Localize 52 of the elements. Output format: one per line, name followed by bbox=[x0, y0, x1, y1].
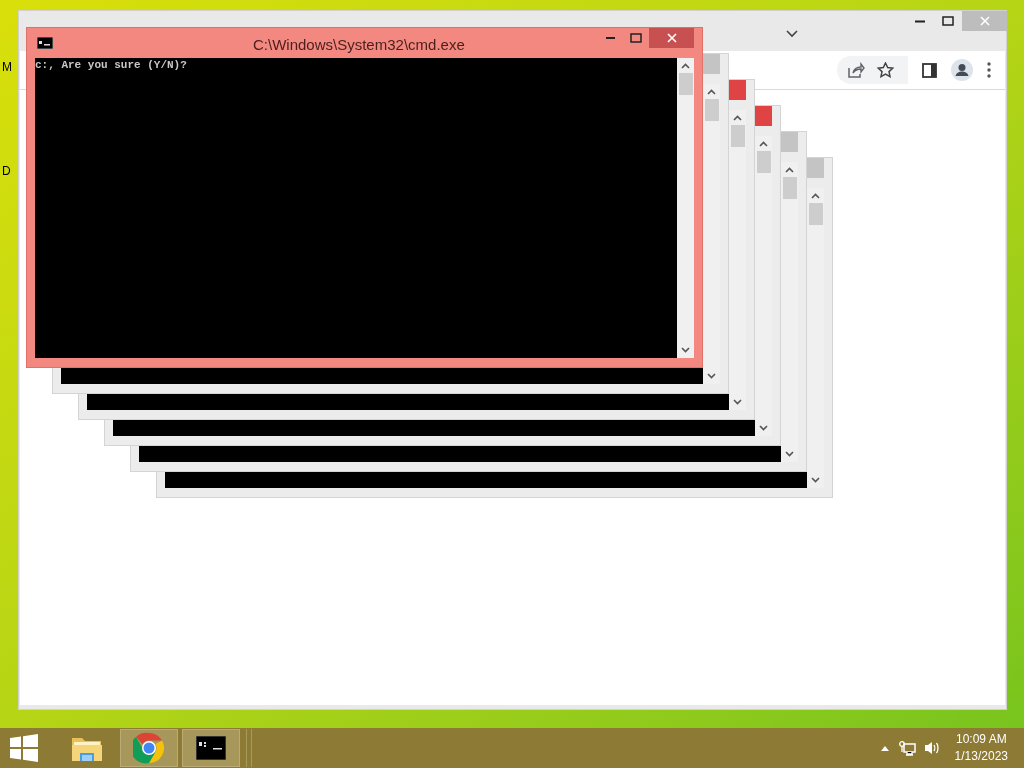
window-title: C:\Windows\System32\cmd.exe bbox=[253, 35, 465, 55]
scroll-up-icon[interactable] bbox=[681, 63, 690, 69]
desktop-icon-label[interactable]: M bbox=[2, 58, 12, 76]
show-hidden-icons-icon[interactable] bbox=[880, 745, 889, 751]
scrollbar[interactable] bbox=[781, 162, 798, 462]
scroll-down-icon[interactable] bbox=[681, 347, 690, 353]
scrollbar-thumb[interactable] bbox=[782, 177, 797, 199]
scroll-down-icon[interactable] bbox=[811, 477, 820, 483]
share-icon[interactable] bbox=[847, 62, 865, 78]
chrome-logo-icon bbox=[133, 732, 165, 764]
scroll-down-icon[interactable] bbox=[785, 451, 794, 457]
star-icon[interactable] bbox=[877, 62, 894, 78]
scrollbar-thumb[interactable] bbox=[756, 151, 771, 173]
minimize-icon bbox=[915, 19, 925, 23]
maximize-icon bbox=[942, 16, 954, 26]
scrollbar-thumb[interactable] bbox=[678, 73, 693, 95]
scrollbar-thumb[interactable] bbox=[730, 125, 745, 147]
menu-icon[interactable] bbox=[987, 62, 991, 78]
scrollbar-thumb[interactable] bbox=[704, 99, 719, 121]
scroll-up-icon[interactable] bbox=[785, 167, 794, 173]
scroll-up-icon[interactable] bbox=[707, 89, 716, 95]
volume-icon[interactable] bbox=[923, 741, 941, 755]
scrollbar[interactable] bbox=[755, 136, 772, 436]
close-icon bbox=[979, 16, 990, 26]
clock-date[interactable]: 1/13/2023 bbox=[954, 748, 1008, 765]
scroll-up-icon[interactable] bbox=[759, 141, 768, 147]
side-panel-icon[interactable] bbox=[922, 62, 937, 78]
maximize-icon bbox=[630, 33, 642, 43]
scroll-down-icon[interactable] bbox=[707, 373, 716, 379]
start-icon[interactable] bbox=[10, 734, 38, 762]
console-icon[interactable] bbox=[37, 37, 53, 49]
scrollbar-thumb[interactable] bbox=[808, 203, 823, 225]
scroll-up-icon[interactable] bbox=[733, 115, 742, 121]
close-icon bbox=[666, 33, 677, 43]
scrollbar[interactable] bbox=[807, 188, 824, 488]
chevron-down-icon[interactable] bbox=[786, 30, 798, 38]
scrollbar[interactable] bbox=[703, 84, 720, 384]
profile-icon[interactable] bbox=[951, 59, 973, 81]
console-line: c:, Are you sure (Y/N)? bbox=[35, 59, 188, 72]
console-area[interactable]: c:, Are you sure (Y/N)? bbox=[35, 58, 677, 358]
scroll-up-icon[interactable] bbox=[811, 193, 820, 199]
scrollbar[interactable] bbox=[677, 58, 694, 358]
scroll-down-icon[interactable] bbox=[733, 399, 742, 405]
network-icon[interactable] bbox=[898, 740, 916, 756]
scrollbar[interactable] bbox=[729, 110, 746, 410]
minimize-icon bbox=[605, 36, 615, 40]
scroll-down-icon[interactable] bbox=[759, 425, 768, 431]
console-icon bbox=[196, 736, 226, 760]
taskbar-button[interactable] bbox=[182, 729, 240, 767]
clock-time[interactable]: 10:09 AM bbox=[955, 731, 1007, 748]
desktop-icon-label[interactable]: D bbox=[2, 162, 11, 180]
close-button[interactable] bbox=[649, 28, 694, 48]
